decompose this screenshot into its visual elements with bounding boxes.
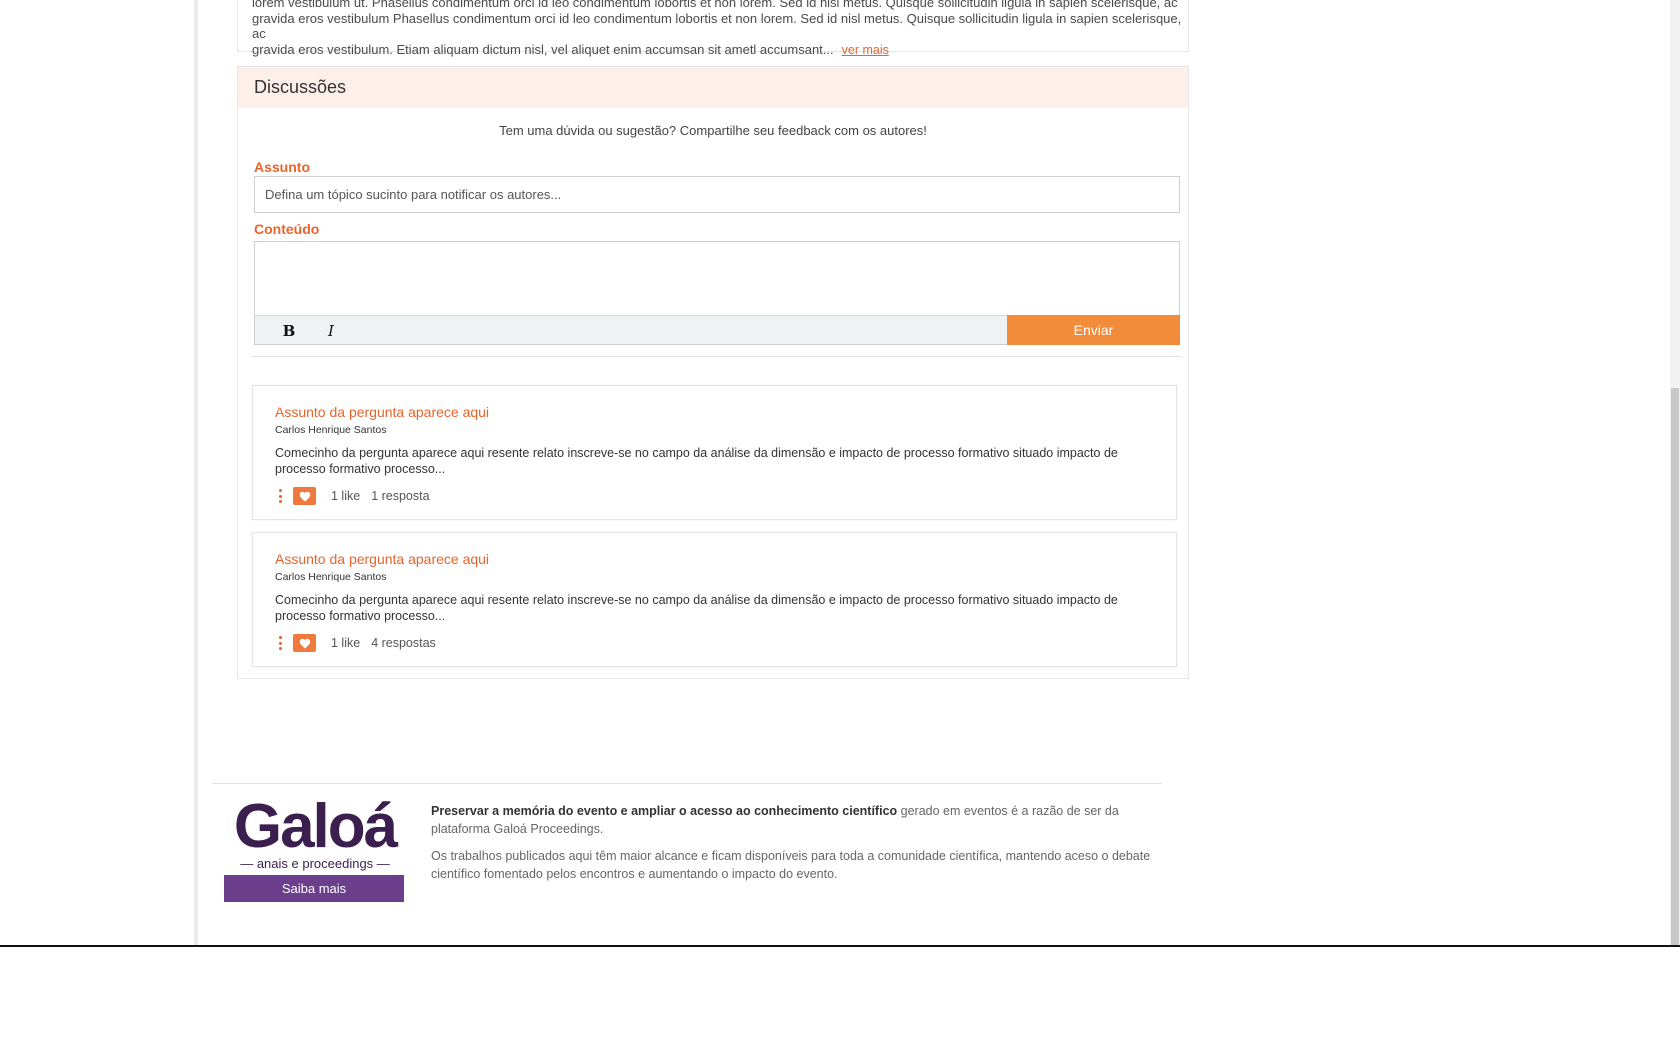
abstract-line-text: gravida eros vestibulum. Etiam aliquam d… — [252, 41, 834, 57]
question-excerpt: Comecinho da pergunta aparece aqui resen… — [275, 593, 1118, 623]
more-options-icon[interactable] — [275, 634, 285, 652]
logo-tagline: — anais e proceedings — — [240, 856, 390, 871]
discussions-title: Discussões — [254, 77, 347, 97]
likes-count: 1 like — [331, 489, 361, 503]
left-sidebar-rail — [0, 0, 198, 945]
replies-count[interactable]: 4 respostas — [371, 636, 436, 650]
subject-input[interactable] — [254, 176, 1180, 213]
discussions-panel: Discussões Tem uma dúvida ou sugestão? C… — [237, 66, 1189, 679]
question-meta: 1 like 4 respostas — [275, 634, 1154, 652]
italic-button[interactable]: I — [321, 321, 341, 341]
likes-count: 1 like — [331, 636, 361, 650]
footer-divider — [212, 783, 1162, 784]
abstract-text: lorem vestibulum ut. Phasellus condiment… — [252, 0, 1182, 58]
ver-mais-link[interactable]: ver mais — [842, 43, 889, 57]
footer-paragraph: Preservar a memória do evento e ampliar … — [431, 802, 1151, 838]
galoa-logo: Galoá — [233, 792, 398, 861]
question-card: Assunto da pergunta aparece aqui Carlos … — [252, 532, 1177, 667]
vertical-scrollbar[interactable] — [1670, 0, 1680, 945]
more-options-icon[interactable] — [275, 487, 285, 505]
content-editor: B I Enviar — [254, 241, 1180, 345]
footer-paragraph: Os trabalhos publicados aqui têm maior a… — [431, 849, 1151, 881]
bold-button[interactable]: B — [279, 321, 299, 341]
content-label: Conteúdo — [254, 221, 320, 237]
like-heart-icon[interactable] — [293, 634, 316, 652]
question-title[interactable]: Assunto da pergunta aparece aqui — [275, 404, 1154, 420]
abstract-card: lorem vestibulum ut. Phasellus condiment… — [237, 0, 1189, 57]
question-author: Carlos Henrique Santos — [275, 571, 387, 583]
discussions-header: Discussões — [238, 67, 1188, 108]
footer-description: Preservar a memória do evento e ampliar … — [431, 802, 1151, 883]
scrollbar-thumb[interactable] — [1671, 388, 1679, 945]
replies-count[interactable]: 1 resposta — [371, 489, 429, 503]
content-textarea[interactable] — [255, 242, 1179, 316]
abstract-line: gravida eros vestibulum Phasellus condim… — [252, 10, 1182, 42]
viewport-bottom-edge — [0, 945, 1680, 947]
footer-highlight: Preservar a memória do evento e ampliar … — [431, 804, 898, 818]
footer-logo: Galoá — anais e proceedings — Saiba mais — [224, 796, 406, 902]
question-author: Carlos Henrique Santos — [275, 424, 387, 436]
abstract-line: gravida eros vestibulum. Etiam aliquam d… — [252, 42, 1182, 59]
discussions-intro: Tem uma dúvida ou sugestão? Compartilhe … — [499, 123, 927, 138]
saiba-mais-button[interactable]: Saiba mais — [224, 875, 404, 902]
abstract-line: lorem vestibulum ut. Phasellus condiment… — [252, 0, 1178, 10]
divider — [252, 356, 1182, 357]
send-button[interactable]: Enviar — [1007, 315, 1180, 345]
subject-label: Assunto — [254, 159, 310, 175]
question-title[interactable]: Assunto da pergunta aparece aqui — [275, 551, 1154, 567]
question-excerpt: Comecinho da pergunta aparece aqui resen… — [275, 446, 1118, 476]
question-meta: 1 like 1 resposta — [275, 487, 1154, 505]
like-heart-icon[interactable] — [293, 487, 316, 505]
editor-toolbar: B I — [255, 315, 1007, 344]
question-card: Assunto da pergunta aparece aqui Carlos … — [252, 385, 1177, 520]
